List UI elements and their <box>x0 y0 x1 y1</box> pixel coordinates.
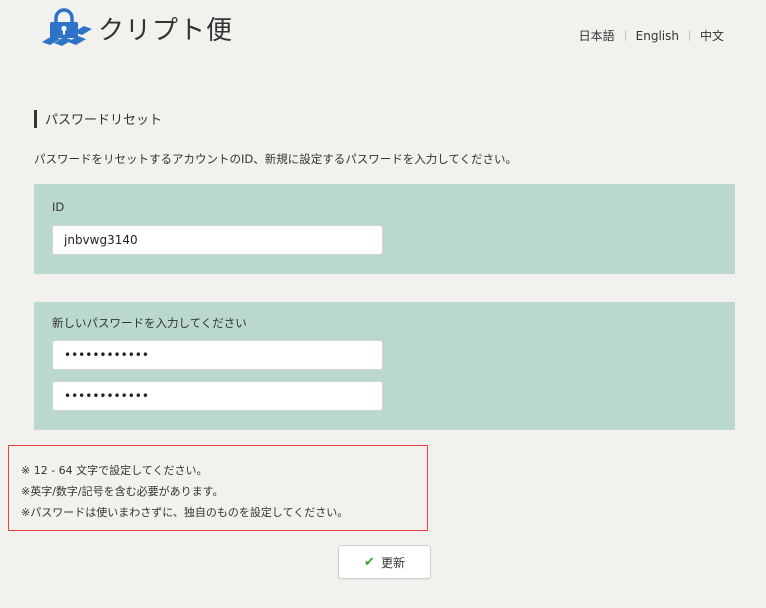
password-panel: 新しいパスワードを入力してください <box>34 302 735 430</box>
section-title: パスワードリセット <box>34 109 162 128</box>
page-description: パスワードをリセットするアカウントのID、新規に設定するパスワードを入力してくだ… <box>34 152 518 166</box>
check-icon: ✔ <box>364 554 375 570</box>
lang-japanese-link[interactable]: 日本語 <box>579 27 615 44</box>
language-switcher: 日本語 English 中文 <box>579 27 724 44</box>
lang-chinese-link[interactable]: 中文 <box>700 27 724 44</box>
note-length: ※ 12 - 64 文字で設定してください。 <box>21 464 208 477</box>
update-button[interactable]: ✔ 更新 <box>338 545 431 579</box>
title-bar-marker <box>34 109 37 128</box>
lang-divider <box>624 30 626 41</box>
logo[interactable]: クリプト便 <box>38 8 233 48</box>
note-unique: ※パスワードは使いまわさずに、独自のものを設定してください。 <box>21 506 349 519</box>
id-panel: ID <box>34 184 735 274</box>
new-password-label: 新しいパスワードを入力してください <box>52 316 247 330</box>
padlock-logo-icon <box>42 8 92 46</box>
password-requirements-notes: ※ 12 - 64 文字で設定してください。 ※英字/数字/記号を含む必要があり… <box>8 445 428 531</box>
confirm-password-input[interactable] <box>52 381 383 411</box>
lang-english-link[interactable]: English <box>636 29 679 43</box>
id-label: ID <box>52 200 65 214</box>
logo-text: クリプト便 <box>98 15 234 46</box>
update-button-label: 更新 <box>380 555 405 570</box>
section-title-text: パスワードリセット <box>45 113 163 128</box>
id-input[interactable] <box>52 225 383 255</box>
lang-divider <box>688 30 690 41</box>
note-characters: ※英字/数字/記号を含む必要があります。 <box>21 485 224 498</box>
new-password-input[interactable] <box>52 340 383 370</box>
